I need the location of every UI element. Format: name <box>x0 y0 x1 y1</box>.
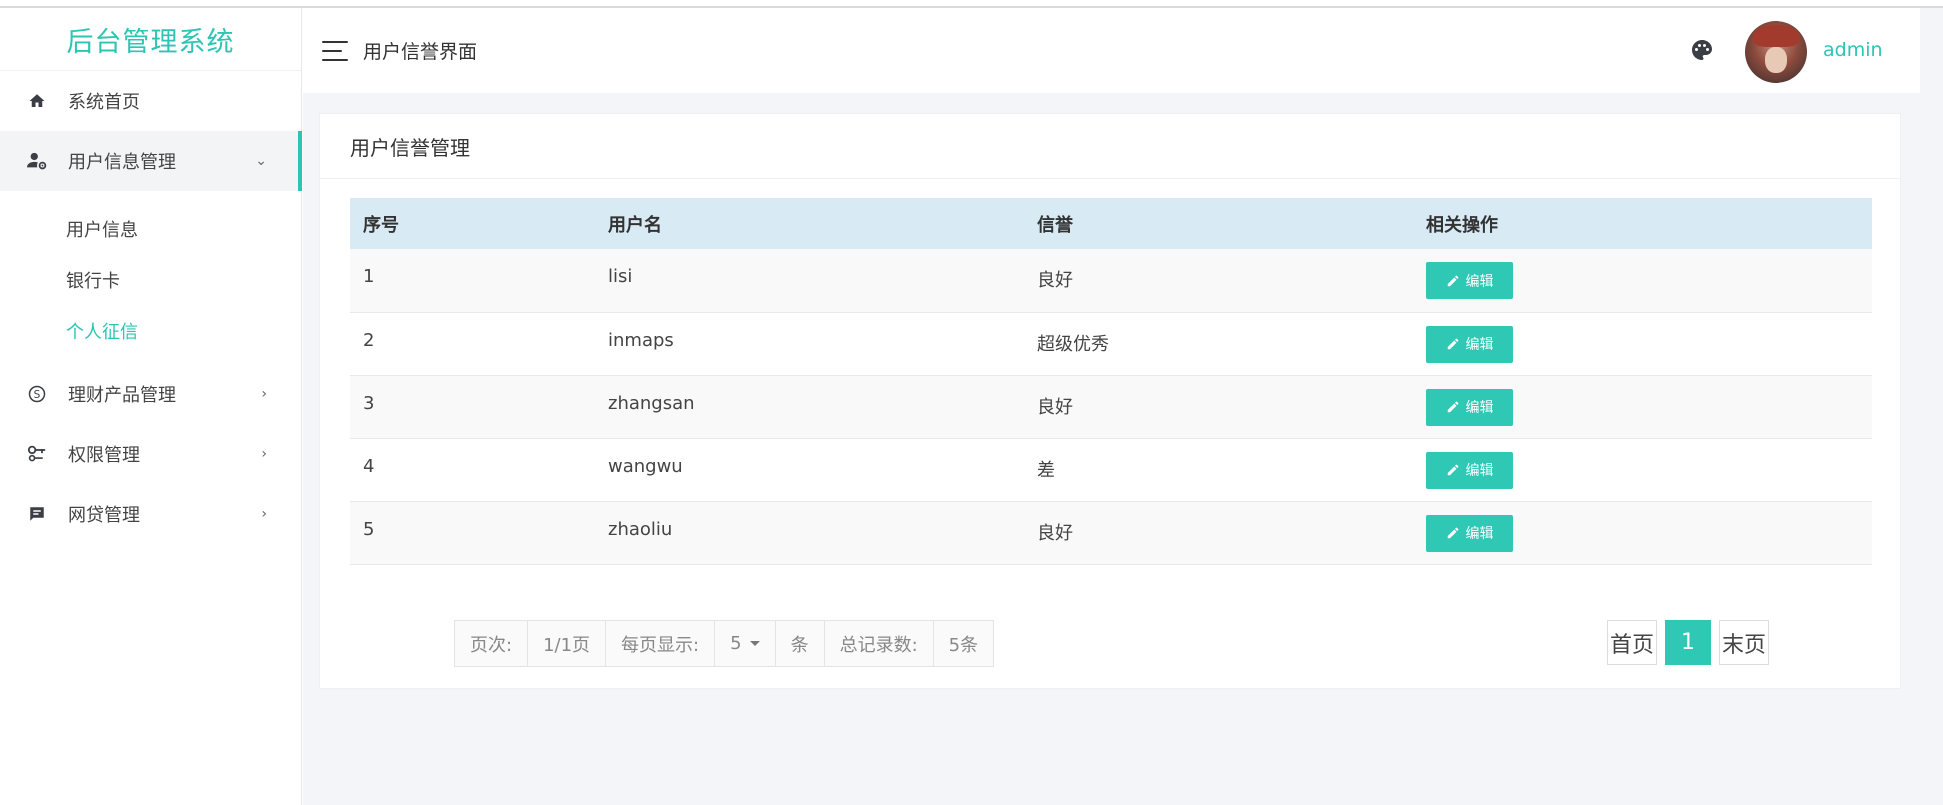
page-value: 1/1页 <box>528 621 607 666</box>
table-row: 2 inmaps 超级优秀 编辑 <box>350 312 1872 375</box>
per-page-label: 每页显示: <box>606 621 716 666</box>
cell-id: 2 <box>363 329 375 351</box>
cell-credit: 良好 <box>1037 522 1073 544</box>
page-title: 用户信誉界面 <box>363 41 478 63</box>
first-page-button[interactable]: 首页 <box>1607 620 1658 665</box>
edit-button-label: 编辑 <box>1465 337 1494 353</box>
sidebar-subitem-bank-card[interactable]: 银行卡 <box>0 254 301 305</box>
pagination-info: 页次: 1/1页 每页显示: 5 条 总记录数: 5条 <box>454 620 995 667</box>
sidebar-item-permission[interactable]: 权限管理 › <box>0 424 301 484</box>
cell-credit: 良好 <box>1037 396 1073 418</box>
key-icon <box>26 443 48 465</box>
edit-button[interactable]: 编辑 <box>1426 388 1513 426</box>
avatar[interactable] <box>1745 21 1807 83</box>
edit-button-label: 编辑 <box>1465 526 1494 542</box>
pencil-icon <box>1447 527 1458 539</box>
credit-table: 序号 用户名 信誉 相关操作 1 lisi 良好 编辑 2 inmaps 超级优… <box>350 198 1872 565</box>
total-value: 5条 <box>948 634 979 656</box>
per-page-unit: 条 <box>776 621 825 666</box>
sidebar-item-label: 权限管理 <box>68 445 140 466</box>
brand-title: 后台管理系统 <box>0 8 301 71</box>
submenu-user-info: 用户信息 银行卡 个人征信 <box>0 191 301 364</box>
finance-icon: S <box>26 383 48 405</box>
palette-icon[interactable] <box>1690 38 1714 62</box>
column-header-actions: 相关操作 <box>1426 214 1498 236</box>
edit-button-label: 编辑 <box>1465 400 1494 416</box>
chevron-right-icon: › <box>261 386 267 402</box>
pencil-icon <box>1447 338 1458 350</box>
column-header-id: 序号 <box>363 214 399 236</box>
header-edge <box>1920 8 1943 93</box>
user-name[interactable]: admin <box>1823 39 1883 61</box>
chevron-right-icon: › <box>261 506 267 522</box>
chevron-down-icon: ⌄ <box>255 153 267 169</box>
page-1-button[interactable]: 1 <box>1665 620 1712 665</box>
edit-button-label: 编辑 <box>1465 463 1494 479</box>
user-settings-icon <box>26 150 48 172</box>
sidebar-item-label: 网贷管理 <box>68 505 140 526</box>
table-row: 4 wangwu 差 编辑 <box>350 438 1872 501</box>
cell-username: zhangsan <box>608 392 695 414</box>
pencil-icon <box>1447 464 1458 476</box>
cell-username: lisi <box>608 266 633 287</box>
table-row: 5 zhaoliu 良好 编辑 <box>350 501 1872 564</box>
sidebar-item-user-info-management[interactable]: 用户信息管理 ⌄ <box>0 131 302 191</box>
cell-id: 3 <box>363 392 375 414</box>
pager: 首页 1 末页 <box>1607 620 1770 665</box>
table-row: 3 zhangsan 良好 编辑 <box>350 375 1872 438</box>
cell-credit: 良好 <box>1037 270 1073 291</box>
cell-id: 5 <box>363 518 375 540</box>
sidebar-item-online-loan[interactable]: 网贷管理 › <box>0 484 301 544</box>
sidebar-subitem-user-info[interactable]: 用户信息 <box>0 203 301 254</box>
message-icon <box>26 503 48 525</box>
home-icon <box>26 90 48 112</box>
cell-credit: 差 <box>1037 459 1055 481</box>
page-label: 页次: <box>455 621 529 666</box>
svg-text:S: S <box>34 389 41 401</box>
cell-credit: 超级优秀 <box>1037 333 1109 355</box>
sidebar-subitem-personal-credit[interactable]: 个人征信 <box>0 305 301 356</box>
edit-button[interactable]: 编辑 <box>1426 262 1513 299</box>
edit-button-label: 编辑 <box>1465 273 1494 290</box>
table-row: 1 lisi 良好 编辑 <box>350 249 1872 312</box>
last-page-button[interactable]: 末页 <box>1719 620 1770 665</box>
pencil-icon <box>1447 401 1458 413</box>
pencil-icon <box>1447 275 1458 286</box>
sidebar-item-home[interactable]: 系统首页 <box>0 71 301 131</box>
chevron-right-icon: › <box>261 446 267 462</box>
cell-username: wangwu <box>608 455 683 477</box>
total-label: 总记录数: <box>825 621 934 666</box>
sidebar-item-finance-products[interactable]: S 理财产品管理 › <box>0 364 301 424</box>
per-page-value: 5 <box>730 633 742 654</box>
caret-down-icon <box>749 641 760 646</box>
cell-username: inmaps <box>608 329 674 351</box>
panel-title: 用户信誉管理 <box>320 114 1900 179</box>
per-page-select[interactable]: 5 <box>715 621 776 666</box>
edit-button[interactable]: 编辑 <box>1426 325 1513 363</box>
cell-id: 4 <box>363 455 375 477</box>
sidebar-item-label: 理财产品管理 <box>68 385 176 406</box>
cell-id: 1 <box>363 266 375 287</box>
cell-username: zhaoliu <box>608 518 673 540</box>
sidebar: 后台管理系统 系统首页 用户信息管理 ⌄ 用户信息 银行卡 个人征信 S 理财产… <box>0 8 302 805</box>
sidebar-item-label: 用户信息管理 <box>68 152 176 173</box>
top-header: 用户信誉界面 admin <box>302 8 1920 93</box>
column-header-username: 用户名 <box>608 214 662 236</box>
credit-panel: 用户信誉管理 序号 用户名 信誉 相关操作 1 lisi 良好 编辑 2 inm… <box>319 113 1901 689</box>
column-header-credit: 信誉 <box>1037 214 1073 236</box>
table-header-row: 序号 用户名 信誉 相关操作 <box>350 198 1872 249</box>
sidebar-item-label: 系统首页 <box>68 92 140 113</box>
edit-button[interactable]: 编辑 <box>1426 451 1513 489</box>
menu-toggle-icon[interactable] <box>322 40 348 61</box>
edit-button[interactable]: 编辑 <box>1426 514 1513 552</box>
